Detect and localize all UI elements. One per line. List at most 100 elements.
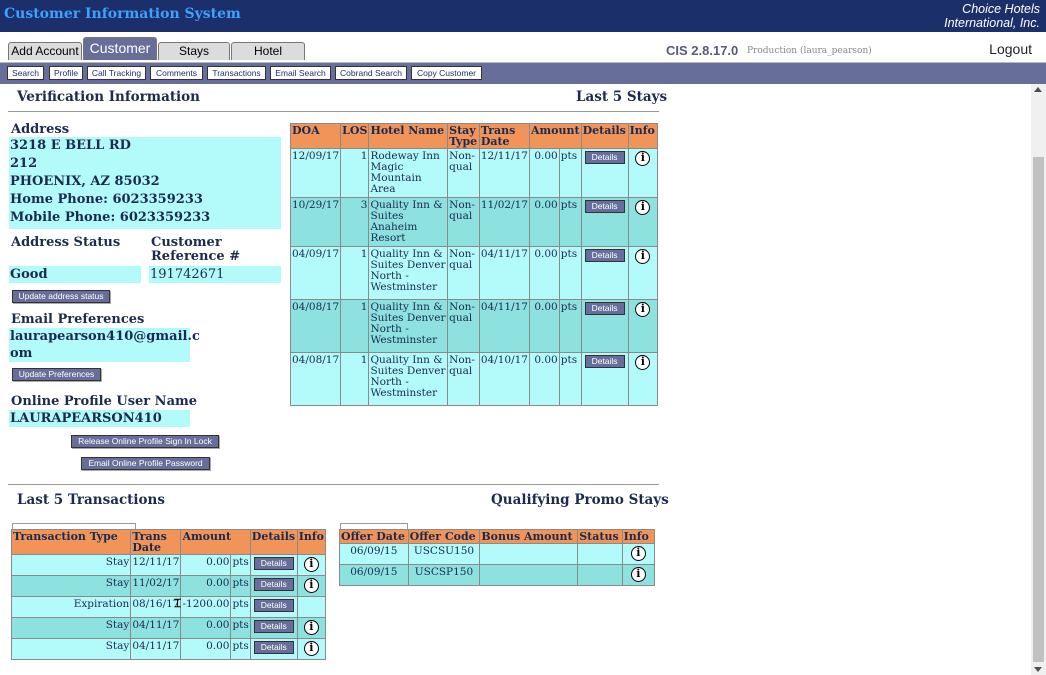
tab-hotel[interactable]: Hotel [231, 42, 305, 60]
col-info: Info [627, 123, 659, 149]
stay-amount: 0.00 [528, 197, 560, 247]
details-button[interactable]: Details [253, 620, 294, 633]
details-button[interactable]: Details [253, 599, 294, 612]
transaction-details-cell: Details [249, 575, 298, 597]
subnav-comments[interactable]: Comments [150, 66, 203, 80]
details-button[interactable]: Details [584, 249, 625, 262]
stay-los: 1 [340, 246, 370, 300]
transaction-date: 11/02/17 [130, 575, 182, 597]
subnav-call-tracking[interactable]: Call Tracking [87, 66, 146, 80]
info-icon[interactable]: i [635, 151, 651, 166]
promo-row: 06/09/15 USCSU150 i [339, 543, 656, 565]
update-address-status-button[interactable]: Update address status [12, 290, 110, 303]
customer-ref-label: Customer Reference # [151, 236, 240, 264]
environment-label: Production (laura_pearson) [747, 46, 872, 56]
online-user-value: LAURAPEARSON410 [9, 410, 190, 427]
stay-details-cell: Details [580, 299, 629, 353]
subnav-profile[interactable]: Profile [49, 66, 83, 80]
sub-navigation: Search Profile Call Tracking Comments Tr… [0, 63, 1046, 84]
col-los: LOS [340, 123, 370, 149]
info-icon[interactable]: i [635, 302, 651, 317]
stay-trans-date: 04/11/17 [478, 246, 530, 300]
stay-unit: pts [558, 352, 582, 406]
promo-offer-date: 06/09/15 [339, 564, 409, 586]
release-sign-in-lock-button[interactable]: Release Online Profile Sign In Lock [71, 435, 219, 448]
details-button[interactable]: Details [253, 578, 294, 591]
info-icon[interactable]: i [635, 249, 651, 264]
stay-row: 04/09/17 1 Quality Inn & Suites Denver N… [289, 246, 659, 300]
promo-bonus [479, 543, 579, 565]
stay-unit: pts [558, 246, 582, 300]
info-icon[interactable]: i [635, 355, 651, 370]
scrollbar-thumb[interactable] [1033, 157, 1044, 662]
promo-table: Offer Date Offer Code Bonus Amount Statu… [339, 529, 656, 586]
stay-row: 10/29/17 3 Quality Inn & Suites Anaheim … [289, 197, 659, 247]
subnav-email-search[interactable]: Email Search [270, 66, 331, 80]
update-preferences-button[interactable]: Update Preferences [12, 368, 101, 381]
main-content[interactable]: Verification Information Last 5 Stays Ad… [0, 84, 1031, 675]
details-button[interactable]: Details [584, 355, 625, 368]
details-button[interactable]: Details [584, 200, 625, 213]
stay-doa: 10/29/17 [289, 197, 342, 247]
transaction-amount: -1200.00 [180, 596, 232, 618]
stay-type: Non-qual [447, 299, 480, 353]
transaction-details-cell: Details [249, 638, 298, 660]
stay-details-cell: Details [580, 246, 629, 300]
subnav-search[interactable]: Search [7, 66, 44, 80]
info-icon[interactable]: i [303, 578, 319, 593]
subnav-cobrand-search[interactable]: Cobrand Search [335, 66, 407, 80]
details-button[interactable]: Details [253, 557, 294, 570]
col-status: Status [577, 529, 623, 544]
col-offer-date: Offer Date [339, 529, 409, 544]
stay-type: Non-qual [447, 197, 480, 247]
promo-row: 06/09/15 USCSP150 i [339, 564, 656, 586]
info-icon[interactable]: i [630, 546, 646, 561]
stay-details-cell: Details [580, 352, 629, 406]
col-offer-code: Offer Code [407, 529, 481, 544]
info-icon[interactable]: i [303, 557, 319, 572]
email-line-2: om [10, 346, 33, 361]
address-status-label: Address Status [11, 235, 121, 250]
tab-stays[interactable]: Stays [158, 42, 230, 60]
transaction-unit: pts [230, 554, 251, 576]
col-info: Info [621, 529, 656, 544]
vertical-scrollbar[interactable] [1031, 84, 1046, 675]
section-divider [8, 484, 659, 485]
transactions-title: Last 5 Transactions [17, 492, 165, 508]
tab-customer[interactable]: Customer [83, 37, 157, 60]
transaction-amount: 0.00 [180, 554, 232, 576]
transaction-details-cell: Details [249, 554, 298, 576]
details-button[interactable]: Details [584, 151, 625, 164]
scroll-down-arrow-icon[interactable] [1034, 667, 1042, 672]
transaction-unit: pts [230, 575, 251, 597]
address-line-2: 212 [10, 156, 38, 171]
stay-info-cell: i [627, 299, 659, 353]
transaction-type: Stay [10, 638, 132, 660]
promo-status [577, 564, 623, 586]
stay-los: 1 [340, 352, 370, 406]
logout-link[interactable]: Logout [989, 41, 1032, 57]
info-icon[interactable]: i [635, 200, 651, 215]
subnav-transactions[interactable]: Transactions [207, 66, 266, 80]
email-value: laurapearson410@gmail.c om [9, 328, 200, 362]
scroll-up-arrow-icon[interactable] [1034, 87, 1042, 92]
stay-trans-date: 04/10/17 [478, 352, 530, 406]
subnav-copy-customer[interactable]: Copy Customer [411, 66, 482, 80]
version-label: CIS 2.8.17.0 [666, 43, 739, 58]
stay-info-cell: i [627, 197, 659, 247]
info-icon[interactable]: i [630, 567, 646, 582]
transaction-amount: 0.00 [180, 617, 232, 639]
details-button[interactable]: Details [253, 641, 294, 654]
info-icon[interactable]: i [303, 641, 319, 656]
email-password-button[interactable]: Email Online Profile Password [81, 457, 210, 470]
details-button[interactable]: Details [584, 302, 625, 315]
tab-add-account[interactable]: Add Account [8, 42, 82, 60]
stay-row: 12/09/17 1 Rodeway Inn Magic Mountain Ar… [289, 148, 659, 198]
info-icon[interactable]: i [303, 620, 319, 635]
app-header: Customer Information System Choice Hotel… [0, 0, 1046, 32]
transaction-info-cell [296, 596, 327, 618]
stay-row: 04/08/17 1 Quality Inn & Suites Denver N… [289, 299, 659, 353]
promo-offer-code: USCSU150 [407, 543, 481, 565]
online-user-label: Online Profile User Name [11, 394, 198, 409]
transaction-unit: pts [230, 638, 251, 660]
